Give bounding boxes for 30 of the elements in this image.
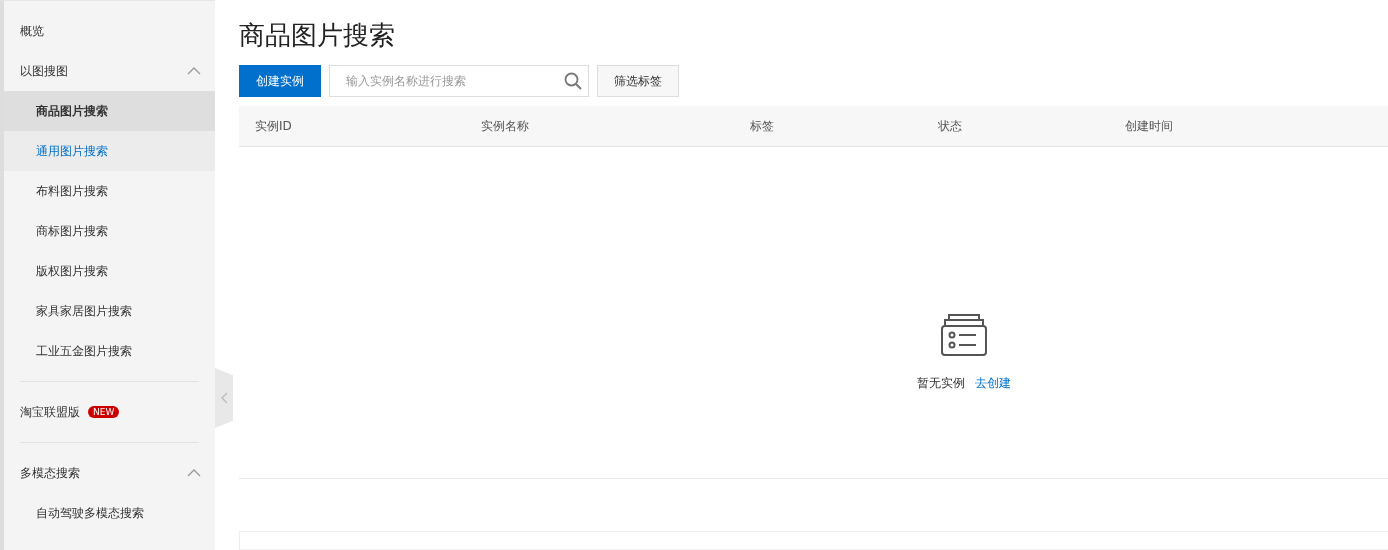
- column-header: 实例ID: [255, 117, 293, 135]
- search-icon[interactable]: [564, 72, 582, 90]
- collapse-handle[interactable]: [215, 368, 233, 428]
- column-header: 标签: [750, 117, 775, 135]
- sidebar-item[interactable]: 布料图片搜索: [4, 171, 215, 211]
- column-header: 状态: [938, 117, 963, 135]
- sidebar-item[interactable]: 自动驾驶多模态搜索: [4, 493, 215, 533]
- caret-icon: [187, 67, 201, 75]
- sidebar-item[interactable]: 通用图片搜索: [4, 131, 215, 171]
- caret-icon: [187, 469, 201, 477]
- chevron-left-icon: [220, 392, 228, 404]
- empty-message: 暂无实例: [916, 375, 965, 392]
- filter-button[interactable]: 筛选标签: [597, 65, 679, 97]
- sidebar-item[interactable]: 家具家居图片搜索: [4, 291, 215, 331]
- sidebar-item[interactable]: 版权图片搜索: [4, 251, 215, 291]
- new-badge: NEW: [88, 406, 120, 418]
- sidebar-item[interactable]: 概览: [20, 22, 44, 40]
- sidebar-item[interactable]: 工业五金图片搜索: [4, 331, 215, 371]
- column-header: 创建时间: [1125, 117, 1174, 135]
- page-title: 商品图片搜索: [239, 19, 396, 52]
- sidebar-group[interactable]: 多模态搜索: [4, 453, 215, 493]
- empty-list-icon: [939, 313, 988, 357]
- create-button[interactable]: 创建实例: [239, 65, 321, 97]
- sidebar-group[interactable]: 以图搜图: [4, 51, 215, 91]
- sidebar-item[interactable]: 商品图片搜索: [4, 91, 215, 131]
- create-link[interactable]: 去创建: [974, 375, 1011, 392]
- column-header: 实例名称: [481, 117, 530, 135]
- search-field[interactable]: 输入实例名称进行搜索: [329, 65, 589, 97]
- sidebar-item[interactable]: 商标图片搜索: [4, 211, 215, 251]
- sidebar-item[interactable]: 淘宝联盟版: [20, 403, 80, 421]
